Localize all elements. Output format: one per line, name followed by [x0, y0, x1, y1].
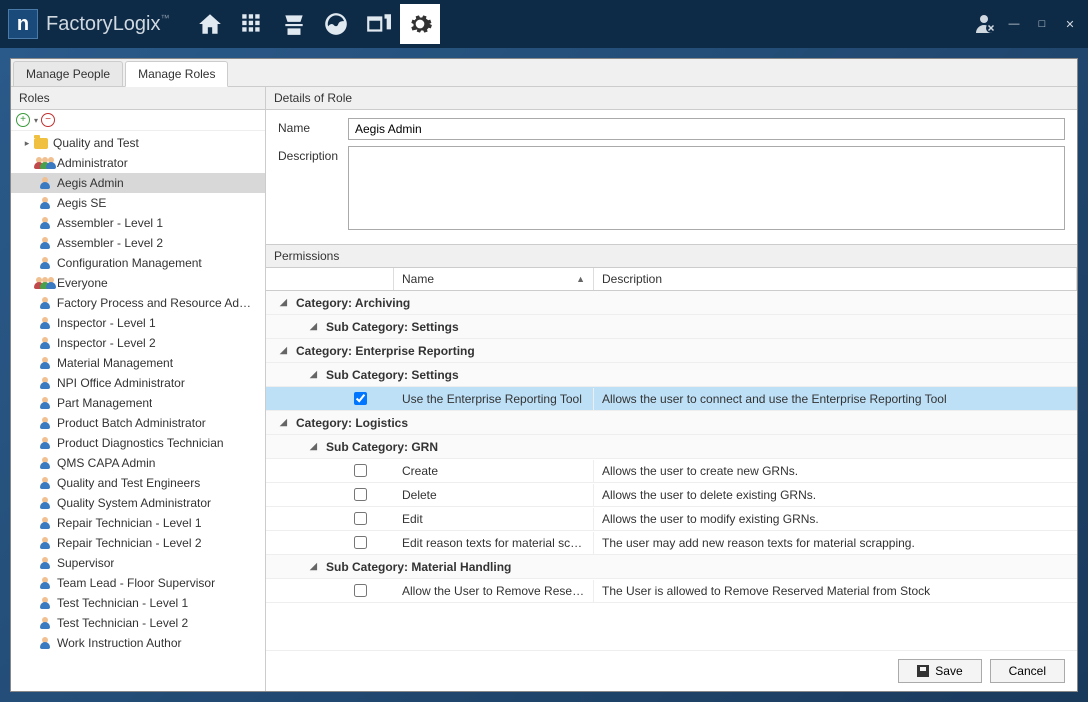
home-icon[interactable] [190, 4, 230, 44]
roles-toolbar: + ▾ − [11, 110, 265, 131]
permission-checkbox[interactable] [354, 536, 367, 549]
subcategory-row[interactable]: ◢Sub Category: GRN [266, 435, 1077, 459]
app-logo: n FactoryLogix™ [8, 9, 170, 39]
permissions-header: Permissions [266, 245, 1077, 268]
tree-item[interactable]: Aegis Admin [11, 173, 265, 193]
titlebar: n FactoryLogix™ — □ ✕ [0, 0, 1088, 48]
permission-checkbox[interactable] [354, 392, 367, 405]
category-row[interactable]: ◢Category: Logistics [266, 411, 1077, 435]
tree-item[interactable]: Team Lead - Floor Supervisor [11, 573, 265, 593]
tree-item[interactable]: Material Management [11, 353, 265, 373]
tree-item[interactable]: Work Instruction Author [11, 633, 265, 653]
add-dropdown-arrow[interactable]: ▾ [34, 116, 38, 125]
tree-item[interactable]: Assembler - Level 2 [11, 233, 265, 253]
save-button[interactable]: Save [898, 659, 981, 683]
tree-item[interactable]: Aegis SE [11, 193, 265, 213]
tree-item[interactable]: Quality and Test Engineers [11, 473, 265, 493]
add-role-button[interactable]: + [16, 113, 30, 127]
subcategory-row[interactable]: ◢Sub Category: Settings [266, 315, 1077, 339]
permission-desc: Allows the user to modify existing GRNs. [594, 508, 1077, 530]
cancel-button[interactable]: Cancel [990, 659, 1065, 683]
roles-header: Roles [11, 87, 265, 110]
tree-item[interactable]: Repair Technician - Level 2 [11, 533, 265, 553]
category-row[interactable]: ◢Category: Enterprise Reporting [266, 339, 1077, 363]
description-label: Description [278, 146, 348, 163]
details-header: Details of Role [266, 87, 1077, 110]
globe-icon[interactable] [316, 4, 356, 44]
permissions-grid-header: Name▲ Description [266, 268, 1077, 291]
gear-icon[interactable] [400, 4, 440, 44]
window-icon[interactable] [358, 4, 398, 44]
tree-item[interactable]: Supervisor [11, 553, 265, 573]
save-icon [917, 665, 929, 677]
tree-item[interactable]: Inspector - Level 1 [11, 313, 265, 333]
tree-item[interactable]: Quality System Administrator [11, 493, 265, 513]
tree-item[interactable]: Repair Technician - Level 1 [11, 513, 265, 533]
permission-name: Edit [394, 508, 594, 530]
tree-item[interactable]: Part Management [11, 393, 265, 413]
main-toolbar [190, 4, 440, 44]
sort-asc-icon: ▲ [576, 274, 585, 284]
bundle-icon[interactable] [274, 4, 314, 44]
roles-tree[interactable]: ▸Quality and TestAdministratorAegis Admi… [11, 131, 265, 691]
permission-row[interactable]: Edit reason texts for material scra...Th… [266, 531, 1077, 555]
permission-desc: Allows the user to connect and use the E… [594, 388, 1077, 410]
column-name[interactable]: Name▲ [394, 268, 594, 290]
permission-checkbox[interactable] [354, 488, 367, 501]
logo-icon: n [8, 9, 38, 39]
tab-bar: Manage PeopleManage Roles [11, 59, 1077, 87]
name-input[interactable] [348, 118, 1065, 140]
permission-row[interactable]: CreateAllows the user to create new GRNs… [266, 459, 1077, 483]
user-icon[interactable] [972, 11, 996, 38]
close-button[interactable]: ✕ [1060, 14, 1080, 34]
tree-item[interactable]: Administrator [11, 153, 265, 173]
column-description[interactable]: Description [594, 268, 1077, 290]
permission-name: Use the Enterprise Reporting Tool [394, 388, 594, 410]
category-row[interactable]: ◢Category: Archiving [266, 291, 1077, 315]
tree-item[interactable]: Assembler - Level 1 [11, 213, 265, 233]
tree-item[interactable]: Configuration Management [11, 253, 265, 273]
tree-item[interactable]: Product Diagnostics Technician [11, 433, 265, 453]
column-checkbox[interactable] [266, 268, 394, 290]
permission-row[interactable]: DeleteAllows the user to delete existing… [266, 483, 1077, 507]
permission-desc: The User is allowed to Remove Reserved M… [594, 580, 1077, 602]
tree-item[interactable]: QMS CAPA Admin [11, 453, 265, 473]
permission-name: Edit reason texts for material scra... [394, 532, 594, 554]
name-label: Name [278, 118, 348, 135]
tree-item[interactable]: Test Technician - Level 2 [11, 613, 265, 633]
delete-role-button[interactable]: − [41, 113, 55, 127]
tree-item[interactable]: Product Batch Administrator [11, 413, 265, 433]
roles-sidebar: Roles + ▾ − ▸Quality and TestAdministrat… [11, 87, 266, 691]
permission-name: Allow the User to Remove Reserve... [394, 580, 594, 602]
permission-name: Create [394, 460, 594, 482]
permission-row[interactable]: EditAllows the user to modify existing G… [266, 507, 1077, 531]
description-input[interactable] [348, 146, 1065, 230]
tab-manage-roles[interactable]: Manage Roles [125, 61, 228, 87]
permission-desc: Allows the user to delete existing GRNs. [594, 484, 1077, 506]
tree-item[interactable]: Inspector - Level 2 [11, 333, 265, 353]
permission-desc: The user may add new reason texts for ma… [594, 532, 1077, 554]
permission-checkbox[interactable] [354, 584, 367, 597]
tree-item[interactable]: NPI Office Administrator [11, 373, 265, 393]
tab-manage-people[interactable]: Manage People [13, 61, 123, 86]
permission-desc: Allows the user to create new GRNs. [594, 460, 1077, 482]
subcategory-row[interactable]: ◢Sub Category: Material Handling [266, 555, 1077, 579]
app-name: FactoryLogix™ [46, 13, 170, 36]
permission-checkbox[interactable] [354, 464, 367, 477]
permissions-grid[interactable]: ◢Category: Archiving◢Sub Category: Setti… [266, 291, 1077, 650]
permission-checkbox[interactable] [354, 512, 367, 525]
grid-icon[interactable] [232, 4, 272, 44]
tree-item[interactable]: Factory Process and Resource Admi... [11, 293, 265, 313]
tree-item[interactable]: Everyone [11, 273, 265, 293]
permission-name: Delete [394, 484, 594, 506]
permission-row[interactable]: Use the Enterprise Reporting ToolAllows … [266, 387, 1077, 411]
permission-row[interactable]: Allow the User to Remove Reserve...The U… [266, 579, 1077, 603]
tree-root[interactable]: ▸Quality and Test [11, 133, 265, 153]
footer-actions: Save Cancel [266, 650, 1077, 691]
tree-item[interactable]: Test Technician - Level 1 [11, 593, 265, 613]
maximize-button[interactable]: □ [1032, 14, 1052, 34]
minimize-button[interactable]: — [1004, 14, 1024, 34]
subcategory-row[interactable]: ◢Sub Category: Settings [266, 363, 1077, 387]
